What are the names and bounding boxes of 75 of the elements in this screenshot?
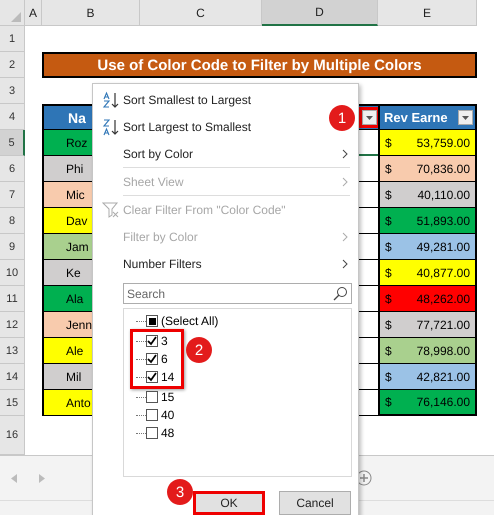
currency-symbol: $ bbox=[385, 370, 392, 384]
checkbox[interactable] bbox=[146, 409, 158, 421]
value-label: 48 bbox=[161, 426, 174, 440]
value-label: 40 bbox=[161, 408, 174, 422]
amount-text: 48,262.00 bbox=[416, 292, 470, 306]
column-header[interactable]: E bbox=[378, 0, 477, 26]
checkbox[interactable] bbox=[146, 391, 158, 403]
amount-text: 49,281.00 bbox=[416, 240, 470, 254]
checkbox[interactable] bbox=[146, 371, 158, 383]
amount-text: 53,759.00 bbox=[416, 136, 470, 150]
currency-symbol: $ bbox=[385, 240, 392, 254]
ok-button[interactable]: OK bbox=[193, 491, 265, 515]
value-label: 14 bbox=[161, 370, 174, 384]
row-number[interactable]: 13 bbox=[0, 338, 25, 364]
clear-filter-icon bbox=[102, 202, 120, 218]
row-number[interactable]: 14 bbox=[0, 364, 25, 390]
currency-symbol: $ bbox=[385, 292, 392, 306]
column-header[interactable]: A bbox=[25, 0, 42, 26]
currency-symbol: $ bbox=[385, 188, 392, 202]
column-header[interactable]: C bbox=[140, 0, 262, 26]
row-number[interactable]: 9 bbox=[0, 234, 25, 260]
sort-ascending-icon bbox=[101, 90, 121, 108]
chevron-right-icon bbox=[342, 232, 348, 242]
currency-symbol: $ bbox=[385, 162, 392, 176]
amount-text: 40,877.00 bbox=[416, 266, 470, 280]
value-label: (Select All) bbox=[161, 314, 218, 328]
column-header[interactable]: D bbox=[262, 0, 378, 26]
checkbox[interactable] bbox=[146, 353, 158, 365]
chevron-right-icon bbox=[342, 176, 348, 186]
amount-text: 70,836.00 bbox=[416, 162, 470, 176]
currency-symbol: $ bbox=[385, 266, 392, 280]
amount-text: 76,146.00 bbox=[416, 395, 470, 409]
caret-down-icon bbox=[462, 116, 469, 120]
chevron-right-icon bbox=[342, 148, 348, 158]
row-number[interactable]: 16 bbox=[0, 416, 25, 455]
value-label: 15 bbox=[161, 390, 174, 404]
value-label: 3 bbox=[161, 334, 168, 348]
row-number[interactable]: 1 bbox=[0, 26, 25, 52]
column-header[interactable]: B bbox=[42, 0, 140, 26]
amount-text: 42,821.00 bbox=[416, 370, 470, 384]
checkbox[interactable] bbox=[146, 335, 158, 347]
cancel-button[interactable]: Cancel bbox=[279, 491, 351, 515]
title-banner: Use of Color Code to Filter by Multiple Colors bbox=[42, 52, 477, 78]
chevron-right-icon bbox=[342, 258, 348, 268]
row-number[interactable]: 7 bbox=[0, 182, 25, 208]
caret-down-icon bbox=[366, 116, 373, 120]
row-number[interactable]: 15 bbox=[0, 390, 25, 416]
row-number[interactable]: 4 bbox=[0, 104, 25, 130]
amount-text: 40,110.00 bbox=[418, 188, 470, 202]
row-number[interactable]: 3 bbox=[0, 78, 25, 104]
row-number[interactable]: 8 bbox=[0, 208, 25, 234]
row-number[interactable]: 5 bbox=[0, 130, 25, 156]
row-number[interactable]: 2 bbox=[0, 52, 25, 78]
row-number[interactable]: 10 bbox=[0, 260, 25, 286]
search-field[interactable]: Search bbox=[123, 283, 352, 304]
filter-dropdown-button[interactable] bbox=[458, 110, 473, 125]
currency-symbol: $ bbox=[385, 318, 392, 332]
value-label: 6 bbox=[161, 352, 168, 366]
amount-text: 51,893.00 bbox=[416, 214, 470, 228]
amount-text: 77,721.00 bbox=[416, 318, 470, 332]
currency-symbol: $ bbox=[385, 344, 392, 358]
header-cell: Rev Earne bbox=[378, 104, 477, 130]
sort-descending-icon bbox=[101, 118, 121, 136]
currency-symbol: $ bbox=[385, 395, 392, 409]
row-number[interactable]: 11 bbox=[0, 286, 25, 312]
search-icon bbox=[333, 286, 348, 301]
filter-dropdown-button[interactable] bbox=[362, 110, 377, 125]
row-number[interactable]: 6 bbox=[0, 156, 25, 182]
currency-symbol: $ bbox=[385, 136, 392, 150]
row-number[interactable]: 12 bbox=[0, 312, 25, 338]
add-sheet-icon[interactable] bbox=[356, 470, 372, 486]
checkbox[interactable] bbox=[146, 315, 158, 327]
currency-symbol: $ bbox=[385, 214, 392, 228]
checkbox[interactable] bbox=[146, 427, 158, 439]
amount-text: 78,998.00 bbox=[416, 344, 470, 358]
